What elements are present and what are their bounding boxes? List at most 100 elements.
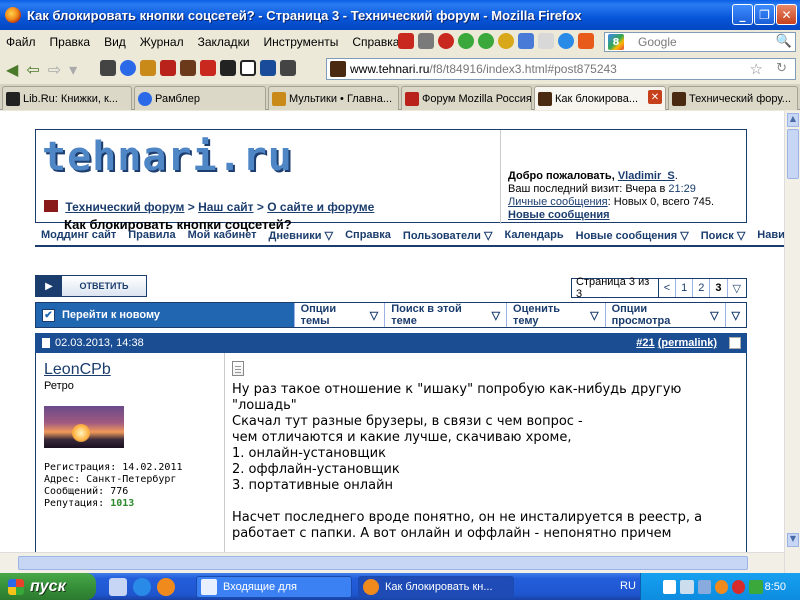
menu-view[interactable]: Вид <box>97 35 133 49</box>
tab-rambler[interactable]: Рамблер <box>134 86 266 110</box>
breadcrumb-our-site[interactable]: Наш сайт <box>198 200 253 214</box>
back-icon[interactable]: ◀ <box>6 60 18 79</box>
page-1[interactable]: 1 <box>676 279 694 297</box>
menu-edit[interactable]: Правка <box>43 35 98 49</box>
apps-icon[interactable] <box>280 60 296 76</box>
nav-rules[interactable]: Правила <box>122 229 181 241</box>
scroll-up-icon[interactable]: ▲ <box>787 113 799 127</box>
nav-new-posts[interactable]: Новые сообщения ▽ <box>570 229 695 242</box>
tab-mozilla-forum[interactable]: Форум Mozilla Россия <box>401 86 532 110</box>
page-2[interactable]: 2 <box>693 279 711 297</box>
permalink-link[interactable]: (permalink) <box>658 337 717 349</box>
cartoon-icon[interactable] <box>140 60 156 76</box>
undo-icon[interactable] <box>518 33 534 49</box>
horizontal-scrollbar[interactable] <box>0 552 784 573</box>
addon-icon[interactable] <box>398 33 414 49</box>
menu-file[interactable]: Файл <box>0 35 43 49</box>
volume-icon[interactable] <box>697 579 711 594</box>
menu-history[interactable]: Журнал <box>133 35 191 49</box>
go-to-new-button[interactable]: ✔ Перейти к новому <box>36 303 294 327</box>
url-bar[interactable]: www.tehnari.ru/f8/t84916/index3.html#pos… <box>326 58 796 80</box>
menu-bookmarks[interactable]: Закладки <box>191 35 257 49</box>
antivirus-icon[interactable] <box>732 579 746 594</box>
edit-icon[interactable] <box>538 33 554 49</box>
info-icon[interactable] <box>498 33 514 49</box>
rate-thread-menu[interactable]: Оценить тему ▽ <box>506 303 605 327</box>
checkered-icon[interactable] <box>220 60 236 76</box>
nav-diaries[interactable]: Дневники ▽ <box>263 229 340 242</box>
private-messages-link[interactable]: Личные сообщения <box>508 196 608 208</box>
reload-icon[interactable]: ↻ <box>776 61 787 76</box>
tab-tech-forum[interactable]: Технический фору... <box>668 86 798 110</box>
horizontal-scroll-thumb[interactable] <box>18 556 748 570</box>
firefox-tray-icon[interactable] <box>714 579 729 594</box>
nav-modding[interactable]: Моддинг сайт <box>35 229 122 241</box>
bookmark-star-icon[interactable]: ☆ <box>750 60 763 78</box>
page-prev[interactable]: < <box>659 279 677 297</box>
network-icon[interactable] <box>680 579 694 594</box>
task-firefox[interactable]: Как блокировать кн... <box>358 576 514 598</box>
search-input[interactable]: Google <box>638 35 677 49</box>
nav-help[interactable]: Справка <box>339 229 397 241</box>
pencil-icon[interactable] <box>578 33 594 49</box>
search-icon[interactable]: 🔍 <box>776 34 792 49</box>
portal-icon[interactable] <box>260 60 276 76</box>
tab-close-icon[interactable]: ✕ <box>648 90 662 104</box>
minimize-button[interactable]: _ <box>732 4 753 25</box>
zoom-out-icon[interactable] <box>438 33 454 49</box>
tab-lib-ru[interactable]: Lib.Ru: Книжки, к... <box>2 86 132 110</box>
ie-icon[interactable] <box>558 33 574 49</box>
security-icon[interactable] <box>749 579 763 594</box>
new-posts-link[interactable]: Новые сообщения <box>508 209 610 221</box>
desktop-icon[interactable] <box>109 577 127 596</box>
username-link[interactable]: Vladimir_S <box>618 170 675 182</box>
post-select-checkbox[interactable] <box>729 337 741 349</box>
close-button[interactable]: ✕ <box>776 4 797 25</box>
scroll-down-icon[interactable]: ▼ <box>787 533 799 547</box>
tray-arrow-icon[interactable] <box>663 579 677 594</box>
search-box[interactable]: 8 Google 🔍 <box>604 32 796 52</box>
vertical-scroll-thumb[interactable] <box>787 129 799 179</box>
author-name[interactable]: LeonCPb <box>44 361 224 379</box>
zoom-reset-icon[interactable] <box>478 33 494 49</box>
forward-icon[interactable]: ⇨ <box>48 60 61 79</box>
post-number-link[interactable]: #21 <box>636 337 654 349</box>
site-logo[interactable]: tehnari.ru <box>42 134 293 180</box>
clock[interactable]: 8:50 <box>765 581 786 593</box>
bookmark-icon[interactable] <box>100 60 116 76</box>
nav-calendar[interactable]: Календарь <box>498 229 569 241</box>
start-button[interactable]: пуск <box>0 573 96 600</box>
task-inbox[interactable]: Входящие для <box>196 576 352 598</box>
nav-search[interactable]: Поиск ▽ <box>695 229 752 242</box>
search-thread-menu[interactable]: Поиск в этой теме ▽ <box>384 303 506 327</box>
breadcrumb-about[interactable]: О сайте и форуме <box>267 200 374 214</box>
nav-cabinet[interactable]: Мой кабинет <box>182 229 263 241</box>
dropdown-icon[interactable]: ▾ <box>69 60 77 79</box>
tab-multiki[interactable]: Мультики • Главна... <box>268 86 399 110</box>
zoom-in-icon[interactable] <box>458 33 474 49</box>
view-options-menu[interactable]: Опции просмотра ▽ <box>604 303 725 327</box>
reply-button[interactable]: ▶ ответить <box>35 275 147 297</box>
menu-tools[interactable]: Инструменты <box>257 35 346 49</box>
page-menu-icon[interactable]: ▽ <box>728 279 746 297</box>
title-bar[interactable]: Как блокировать кнопки соцсетей? - Стран… <box>0 0 800 30</box>
mozilla-icon[interactable] <box>160 60 176 76</box>
back-arrow-icon[interactable]: ⇦ <box>26 60 39 79</box>
tab-current-thread[interactable]: Как блокирова... ✕ <box>534 86 666 110</box>
site-icon[interactable] <box>180 60 196 76</box>
breadcrumb-forum[interactable]: Технический форум <box>65 200 184 214</box>
ie-launch-icon[interactable] <box>133 577 151 596</box>
maximize-button[interactable]: ❐ <box>754 4 775 25</box>
flag-icon[interactable] <box>200 60 216 76</box>
nav-users[interactable]: Пользователи ▽ <box>397 229 499 242</box>
vertical-scrollbar[interactable]: ▲ ▼ <box>784 111 800 573</box>
google-icon[interactable]: 8 <box>608 34 624 50</box>
toolbar-more-icon[interactable]: ▽ <box>724 303 746 327</box>
firefox-launch-icon[interactable] <box>157 577 175 596</box>
thread-options-menu[interactable]: Опции темы ▽ <box>293 303 385 327</box>
frame-icon[interactable] <box>240 60 256 76</box>
rambler-icon[interactable] <box>120 60 136 76</box>
language-indicator[interactable]: RU <box>620 580 636 592</box>
url-input[interactable]: www.tehnari.ru/f8/t84916/index3.html#pos… <box>350 62 617 76</box>
printer-icon[interactable] <box>418 33 434 49</box>
